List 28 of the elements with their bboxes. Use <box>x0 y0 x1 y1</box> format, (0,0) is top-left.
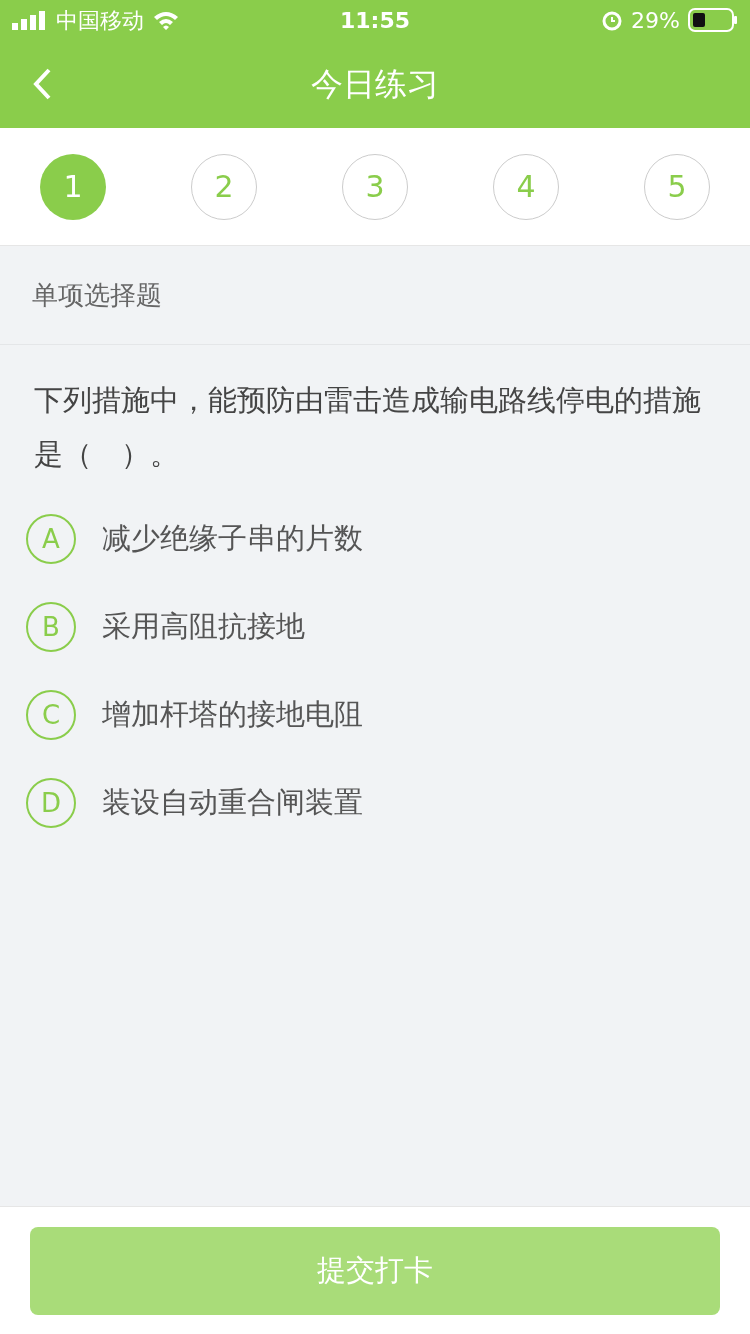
answer-option[interactable]: D 装设自动重合闸装置 <box>26 759 724 847</box>
option-text: 装设自动重合闸装置 <box>102 784 363 822</box>
option-letter: C <box>26 690 76 740</box>
answer-option[interactable]: B 采用高阻抗接地 <box>26 583 724 671</box>
wifi-icon <box>152 10 180 30</box>
answer-option[interactable]: A 减少绝缘子串的片数 <box>26 495 724 583</box>
back-icon <box>32 67 52 101</box>
question-number[interactable]: 5 <box>644 153 710 220</box>
question-number[interactable]: 3 <box>342 153 408 220</box>
option-letter: B <box>26 602 76 652</box>
status-time: 11:55 <box>339 6 411 35</box>
option-text: 采用高阻抗接地 <box>102 608 305 646</box>
carrier-name: 中国移动 <box>56 6 144 35</box>
battery-percent: 29% <box>631 6 680 35</box>
question-number[interactable]: 4 <box>493 153 559 220</box>
question-number[interactable]: 2 <box>191 153 257 220</box>
question-text: 下列措施中，能预防由雷击造成输电路线停电的措施是（ ）。 <box>33 382 702 473</box>
page-title: 今日练习 <box>311 64 439 105</box>
option-letter: D <box>26 778 76 828</box>
alarm-icon <box>601 9 624 31</box>
option-text: 增加杆塔的接地电阻 <box>102 696 363 734</box>
answer-option[interactable]: C 增加杆塔的接地电阻 <box>26 671 724 759</box>
option-letter: A <box>26 514 76 564</box>
battery-icon <box>688 8 738 32</box>
option-text: 减少绝缘子串的片数 <box>102 520 363 558</box>
section-title: 单项选择题 <box>32 278 162 312</box>
signal-icon <box>12 10 48 30</box>
question-number[interactable]: 1 <box>40 153 106 220</box>
